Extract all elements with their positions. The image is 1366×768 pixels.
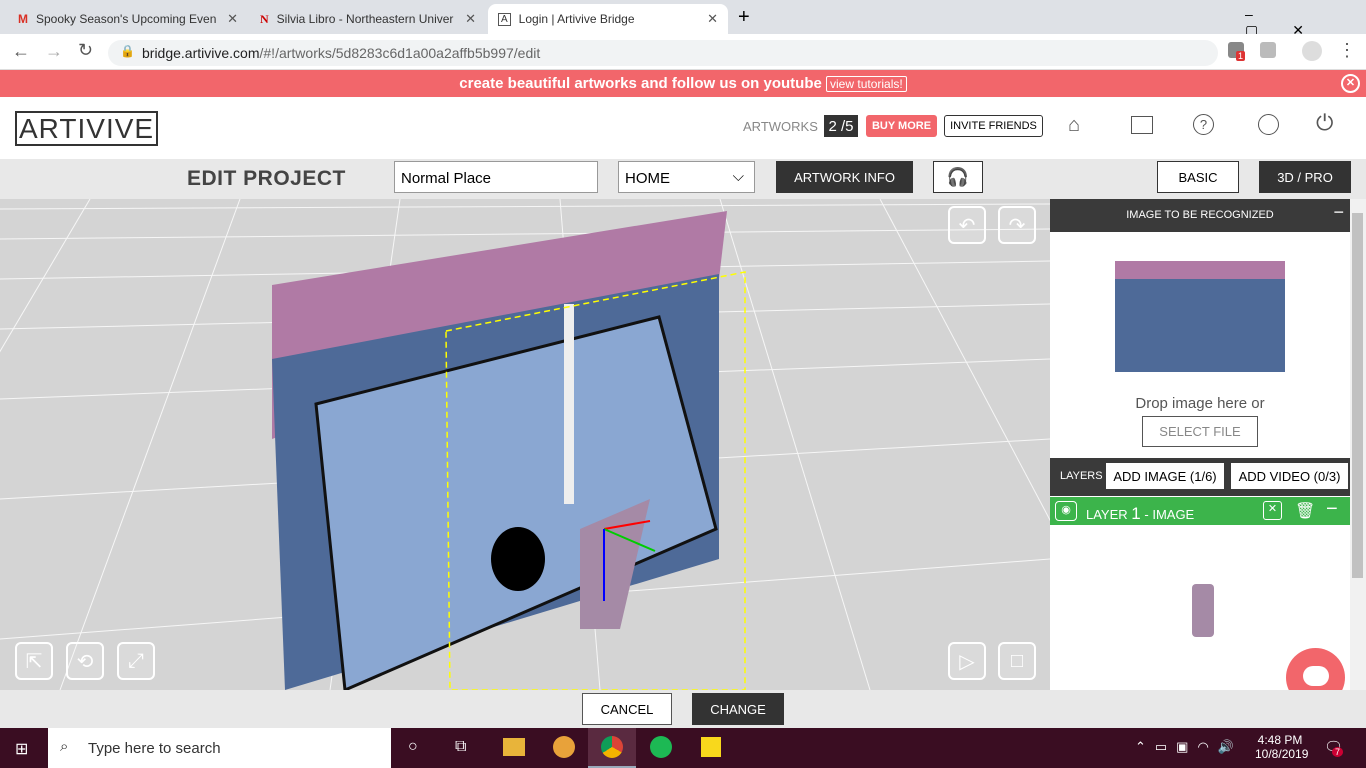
sticky-notes-icon[interactable] <box>701 737 721 757</box>
artwork-info-button[interactable]: ARTWORK INFO <box>776 161 913 193</box>
stop-icon[interactable]: □ <box>998 642 1036 680</box>
clock[interactable]: 4:48 PM 10/8/2019 <box>1255 733 1308 761</box>
collapse-layer-icon[interactable]: − <box>1326 498 1338 521</box>
windows-start-icon[interactable]: ⊞ <box>15 739 28 759</box>
back-icon[interactable]: ← <box>12 41 30 62</box>
home-icon[interactable]: ⌂ <box>1068 114 1080 137</box>
collapse-icon[interactable]: − <box>1333 202 1344 223</box>
close-tab-icon[interactable]: ✕ <box>227 11 238 27</box>
spotify-icon[interactable] <box>650 736 672 758</box>
pro-mode-button[interactable]: 3D / PRO <box>1259 161 1351 193</box>
3d-viewport[interactable]: ↶ ↷ ⇱ ⟲ ⤢ ▷ □ <box>0 199 1050 690</box>
view-tutorials-link[interactable]: view tutorials! <box>826 76 907 92</box>
action-footer: CANCEL CHANGE <box>0 690 1366 728</box>
logo[interactable]: ARTIVIVE <box>15 111 159 146</box>
water-stream <box>564 304 574 504</box>
notifications-icon[interactable]: 🗨7 <box>1324 738 1343 757</box>
undo-icon[interactable]: ↶ <box>948 206 986 244</box>
task-view-icon[interactable]: ⧉ <box>455 738 466 756</box>
browser-tab[interactable]: N Silvia Libro - Northeastern Univer ✕ <box>250 4 486 34</box>
search-icon: ⌕ <box>60 738 69 755</box>
headphones-icon[interactable]: 🎧 <box>933 161 983 193</box>
change-button[interactable]: CHANGE <box>692 693 784 725</box>
new-tab-button[interactable]: + <box>738 6 750 29</box>
add-image-button[interactable]: ADD IMAGE (1/6) <box>1106 463 1224 489</box>
artworks-label: ARTWORKS <box>743 119 818 134</box>
recognize-header: IMAGE TO BE RECOGNIZED − <box>1050 199 1350 232</box>
recognized-image-thumbnail <box>1115 261 1285 372</box>
browser-tab-active[interactable]: A Login | Artivive Bridge ✕ <box>488 4 728 34</box>
reload-icon[interactable]: ↻ <box>78 40 93 61</box>
panel-scrollbar[interactable] <box>1350 199 1366 690</box>
basic-mode-button[interactable]: BASIC <box>1157 161 1239 193</box>
artivive-icon: A <box>498 12 511 26</box>
promo-banner: create beautiful artworks and follow us … <box>0 70 1366 97</box>
app-header: ARTIVIVE ARTWORKS 2 /5 BUY MORE INVITE F… <box>0 97 1366 159</box>
close-tab-icon[interactable]: ✕ <box>707 11 718 27</box>
cancel-button[interactable]: CANCEL <box>582 693 672 725</box>
windows-taskbar: ⊞ ⌕ Type here to search ○ ⧉ ⌃▭▣◠🔊 4:48 PM… <box>0 728 1366 768</box>
url-field[interactable]: 🔒 bridge.artivive.com/#!/artworks/5d8283c… <box>108 40 1218 66</box>
menu-icon[interactable]: ⋮ <box>1338 40 1356 61</box>
close-banner-icon[interactable]: ✕ <box>1341 74 1360 93</box>
invite-friends-button[interactable]: INVITE FRIENDS <box>944 115 1043 137</box>
add-artwork-icon[interactable] <box>1131 116 1153 134</box>
play-icon[interactable]: ▷ <box>948 642 986 680</box>
chrome-icon <box>601 736 623 758</box>
layers-header: LAYERS ADD IMAGE (1/6) ADD VIDEO (0/3) <box>1050 458 1350 496</box>
gmail-icon: M <box>18 12 28 26</box>
close-tab-icon[interactable]: ✕ <box>465 11 476 27</box>
chrome-taskbar-button[interactable] <box>588 728 636 768</box>
lock-icon: 🔒 <box>120 44 135 58</box>
layer-row[interactable]: ◉ LAYER 1 - IMAGE ✕ 🗑 − <box>1050 497 1350 525</box>
chat-icon <box>1303 666 1329 686</box>
visibility-eye-icon[interactable]: ◉ <box>1055 501 1077 521</box>
project-name-input[interactable]: Normal Place <box>394 161 598 193</box>
layer-preview-cup <box>1192 584 1214 637</box>
chevron-down-icon: ⌵ <box>732 168 744 185</box>
rotate-tool-icon[interactable]: ⟲ <box>66 642 104 680</box>
profile-avatar[interactable] <box>1302 41 1322 61</box>
edit-toolbar: EDIT PROJECT Normal Place HOME ⌵ ARTWORK … <box>0 159 1366 199</box>
browser-app-icon[interactable] <box>553 736 575 758</box>
browser-tab-strip: M Spooky Season's Upcoming Even ✕ N Silvia … <box>0 0 1366 38</box>
redo-icon[interactable]: ↷ <box>998 206 1036 244</box>
drop-text: Drop image here or <box>1135 395 1265 412</box>
extension-icon[interactable]: 1 <box>1228 42 1246 61</box>
forward-icon[interactable]: → <box>45 41 63 62</box>
artworks-count: 2 /5 <box>824 115 858 137</box>
power-icon[interactable]: ⏻ <box>1316 110 1333 136</box>
page-title: EDIT PROJECT <box>187 167 346 190</box>
browser-tab[interactable]: M Spooky Season's Upcoming Even ✕ <box>8 4 248 34</box>
file-explorer-icon[interactable] <box>503 738 525 756</box>
fit-icon[interactable]: ✕ <box>1263 501 1282 520</box>
category-select[interactable]: HOME ⌵ <box>618 161 755 193</box>
select-tool-icon[interactable]: ⇱ <box>15 642 53 680</box>
account-icon[interactable] <box>1258 114 1279 135</box>
side-panel: IMAGE TO BE RECOGNIZED − Drop image here … <box>1050 199 1350 707</box>
buy-more-button[interactable]: BUY MORE <box>866 115 937 137</box>
trash-icon[interactable]: 🗑 <box>1295 501 1315 521</box>
scale-tool-icon[interactable]: ⤢ <box>117 642 155 680</box>
help-icon[interactable]: ? <box>1193 114 1214 135</box>
cortana-icon[interactable]: ○ <box>408 738 418 756</box>
select-file-button[interactable]: SELECT FILE <box>1142 416 1258 447</box>
taskbar-search[interactable]: ⌕ Type here to search <box>48 728 391 768</box>
system-tray-icons[interactable]: ⌃▭▣◠🔊 <box>1135 739 1243 755</box>
northeastern-icon: N <box>260 11 269 26</box>
scene[interactable] <box>0 199 1050 690</box>
drain <box>491 527 545 591</box>
add-video-button[interactable]: ADD VIDEO (0/3) <box>1231 463 1348 489</box>
extension-icon[interactable] <box>1260 42 1276 58</box>
